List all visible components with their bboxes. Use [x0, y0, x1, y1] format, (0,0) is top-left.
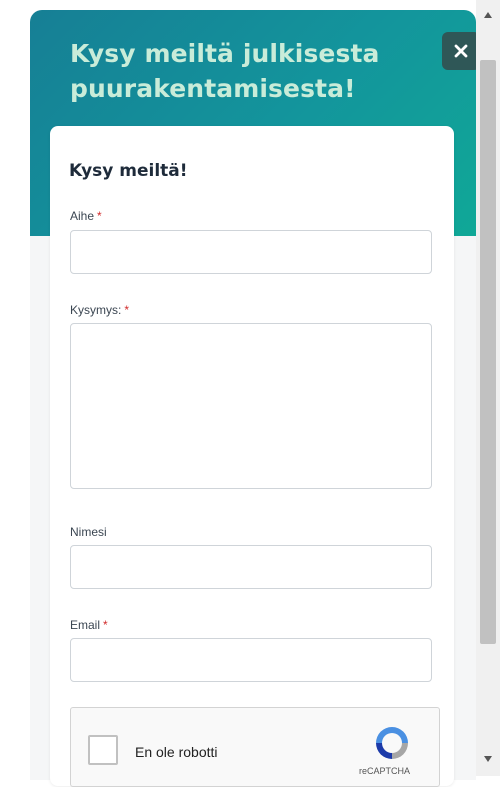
recaptcha-brand: reCAPTCHA — [359, 766, 411, 776]
close-icon — [454, 44, 468, 58]
close-button[interactable] — [442, 32, 480, 70]
email-input[interactable] — [70, 638, 432, 682]
required-mark: * — [103, 618, 108, 632]
name-input[interactable] — [70, 545, 432, 589]
subject-input[interactable] — [70, 230, 432, 274]
subject-label: Aihe * — [70, 209, 102, 223]
scroll-up-arrow-icon[interactable] — [484, 12, 492, 18]
recaptcha-widget: En ole robotti reCAPTCHA — [70, 707, 440, 787]
scrollbar-thumb[interactable] — [480, 60, 496, 644]
required-mark: * — [124, 303, 130, 317]
question-textarea[interactable] — [70, 323, 432, 489]
scrollbar[interactable] — [476, 0, 500, 776]
form-card: Kysy meiltä! Aihe * Kysymys: * Nimesi Emai… — [50, 126, 454, 787]
email-label: Email * — [70, 618, 108, 632]
name-label: Nimesi — [70, 525, 107, 539]
recaptcha-label: En ole robotti — [135, 744, 218, 760]
widget-title: Kysy meiltä julkisesta puurakentamisesta… — [70, 39, 380, 103]
recaptcha-checkbox[interactable] — [88, 735, 118, 765]
required-mark: * — [97, 209, 102, 223]
question-label: Kysymys: * — [70, 303, 130, 317]
form-title: Kysy meiltä! — [69, 161, 188, 181]
scroll-down-arrow-icon[interactable] — [484, 756, 492, 762]
recaptcha-logo-icon — [376, 727, 408, 759]
